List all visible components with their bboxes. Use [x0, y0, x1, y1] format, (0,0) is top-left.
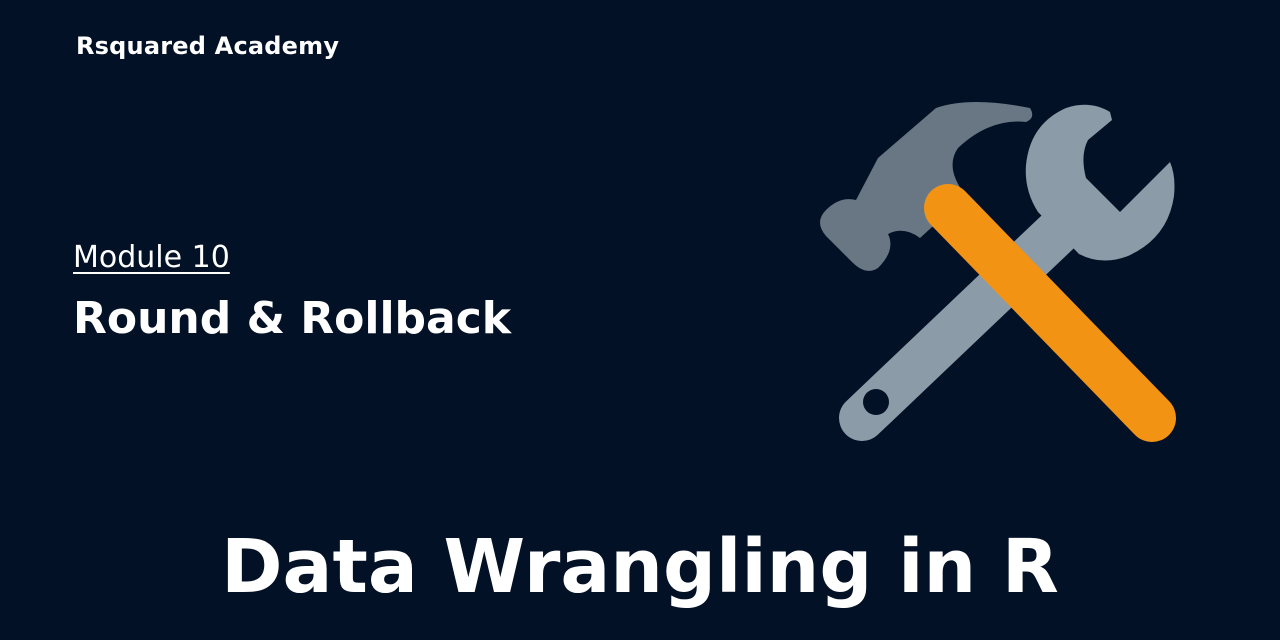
- brand-name: Rsquared Academy: [76, 32, 340, 60]
- lesson-title: Round & Rollback: [73, 293, 512, 344]
- wrench-hole: [863, 389, 889, 415]
- module-label: Module 10: [73, 240, 230, 275]
- course-title: Data Wrangling in R: [221, 524, 1059, 610]
- hammer-and-wrench-icon: [820, 102, 1176, 442]
